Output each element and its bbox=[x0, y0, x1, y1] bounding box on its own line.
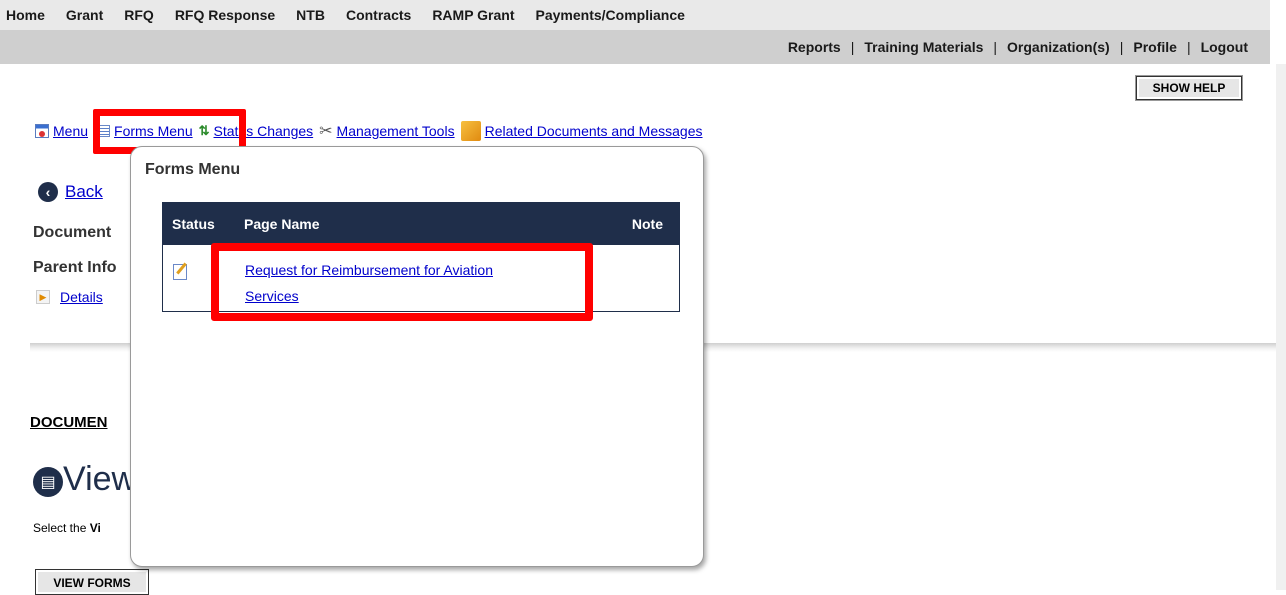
nav-separator: | bbox=[850, 39, 855, 55]
nav-training-materials[interactable]: Training Materials bbox=[864, 39, 983, 55]
back-link[interactable]: ‹ Back bbox=[38, 182, 103, 202]
folder-icon bbox=[460, 121, 481, 141]
select-instructions-prefix: Select the bbox=[33, 521, 90, 535]
edit-form-icon[interactable] bbox=[173, 264, 187, 280]
related-documents-link[interactable]: Related Documents and Messages bbox=[485, 123, 703, 139]
show-help-button[interactable]: SHOW HELP bbox=[1136, 76, 1242, 100]
nav-separator: | bbox=[1186, 39, 1191, 55]
secondary-nav-bar: Reports | Training Materials | Organizat… bbox=[0, 30, 1270, 64]
view-forms-button[interactable]: VIEW FORMS bbox=[35, 569, 149, 595]
nav-ntb[interactable]: NTB bbox=[296, 7, 325, 23]
nav-payments-compliance[interactable]: Payments/Compliance bbox=[536, 7, 685, 23]
nav-separator: | bbox=[993, 39, 998, 55]
toolbar-management-tools[interactable]: ✂ Management Tools bbox=[319, 121, 454, 141]
nav-rfq[interactable]: RFQ bbox=[124, 7, 154, 23]
parent-info-label: Parent Info bbox=[33, 259, 117, 276]
nav-logout[interactable]: Logout bbox=[1201, 39, 1248, 55]
secondary-nav-items: Reports | Training Materials | Organizat… bbox=[788, 39, 1248, 55]
toolbar-related-documents[interactable]: Related Documents and Messages bbox=[460, 121, 703, 141]
nav-home[interactable]: Home bbox=[6, 7, 45, 23]
view-forms-title: View bbox=[63, 460, 137, 498]
expand-arrow-icon: ▶ bbox=[36, 290, 50, 304]
details-toggle[interactable]: ▶ Details bbox=[36, 289, 103, 305]
nav-rfq-response[interactable]: RFQ Response bbox=[175, 7, 275, 23]
forms-menu-popup: Forms Menu Status Page Name Note Request… bbox=[130, 146, 704, 567]
form-link-highlight bbox=[211, 243, 593, 321]
page-scrollbar[interactable] bbox=[1276, 64, 1286, 590]
column-note: Note bbox=[631, 216, 663, 232]
management-tools-link[interactable]: Management Tools bbox=[337, 123, 455, 139]
nav-profile[interactable]: Profile bbox=[1133, 39, 1177, 55]
select-instructions: Select the Vi bbox=[33, 521, 101, 535]
column-page-name: Page Name bbox=[244, 216, 320, 232]
nav-reports[interactable]: Reports bbox=[788, 39, 841, 55]
nav-grant[interactable]: Grant bbox=[66, 7, 103, 23]
select-instructions-bold: Vi bbox=[89, 521, 101, 535]
menu-icon bbox=[35, 124, 49, 138]
view-forms-icon: ▤ bbox=[33, 467, 63, 497]
nav-separator: | bbox=[1119, 39, 1124, 55]
document-label: Document bbox=[33, 224, 112, 241]
popup-title: Forms Menu bbox=[145, 161, 241, 178]
menu-link[interactable]: Menu bbox=[53, 123, 88, 139]
column-status: Status bbox=[172, 216, 215, 232]
main-nav-items: Home Grant RFQ RFQ Response NTB Contract… bbox=[6, 7, 685, 23]
top-navigation: Home Grant RFQ RFQ Response NTB Contract… bbox=[0, 0, 1286, 64]
nav-organizations[interactable]: Organization(s) bbox=[1007, 39, 1110, 55]
nav-ramp-grant[interactable]: RAMP Grant bbox=[432, 7, 514, 23]
toolbar-menu[interactable]: Menu bbox=[35, 123, 88, 139]
main-nav-bar: Home Grant RFQ RFQ Response NTB Contract… bbox=[0, 0, 1270, 30]
details-link[interactable]: Details bbox=[60, 289, 103, 305]
tools-icon: ✂ bbox=[319, 123, 333, 140]
documents-heading: DOCUMEN bbox=[30, 414, 108, 431]
back-arrow-icon: ‹ bbox=[38, 182, 58, 202]
back-label[interactable]: Back bbox=[65, 182, 103, 202]
forms-table-header: Status Page Name Note bbox=[163, 203, 679, 245]
nav-contracts[interactable]: Contracts bbox=[346, 7, 411, 23]
